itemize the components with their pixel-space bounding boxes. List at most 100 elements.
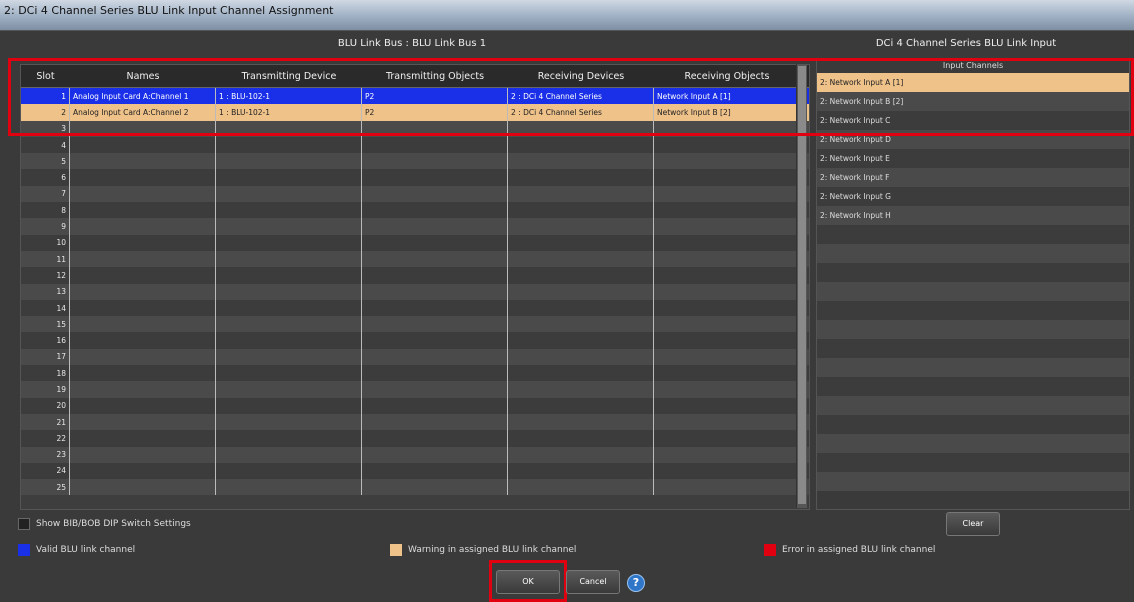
cell-slot[interactable]: 9 [21,218,70,235]
cell-receiving-devices[interactable] [508,446,654,463]
cell-name[interactable] [70,185,216,203]
cell-receiving-objects[interactable] [654,169,800,185]
help-icon[interactable]: ? [627,574,645,592]
cell-name[interactable] [70,299,216,317]
cell-transmitting-objects[interactable] [362,430,508,447]
table-row[interactable]: 4 [21,136,809,154]
cell-transmitting-objects[interactable] [362,153,508,170]
cell-receiving-objects[interactable] [654,365,800,381]
cell-slot[interactable]: 10 [21,234,70,251]
cell-transmitting-device[interactable] [216,234,362,251]
cell-receiving-objects[interactable] [654,218,800,234]
cell-name[interactable] [70,283,216,300]
table-row[interactable]: 17 [21,348,809,366]
cell-slot[interactable]: 8 [21,202,70,219]
table-row[interactable]: 18 [21,365,809,382]
cell-name[interactable] [70,446,216,463]
cell-receiving-devices[interactable] [508,202,654,219]
input-channel-item[interactable]: 2: Network Input E [817,149,1129,168]
cell-name[interactable] [70,202,216,219]
cell-receiving-objects[interactable] [654,414,800,430]
cell-transmitting-objects[interactable] [362,446,508,463]
cell-receiving-objects[interactable] [654,267,800,283]
table-row[interactable]: 21 [21,413,809,431]
cell-name[interactable] [70,250,216,268]
table-row[interactable]: 16 [21,332,809,349]
cell-receiving-devices[interactable] [508,381,654,398]
cell-transmitting-device[interactable] [216,413,362,431]
cell-slot[interactable]: 12 [21,267,70,284]
cell-slot[interactable]: 7 [21,185,70,203]
table-row[interactable]: 20 [21,397,809,414]
cell-transmitting-objects[interactable] [362,332,508,349]
cell-slot[interactable]: 16 [21,332,70,349]
cell-transmitting-device[interactable] [216,185,362,203]
cell-name[interactable] [70,381,216,398]
cell-transmitting-objects[interactable] [362,462,508,480]
table-row[interactable]: 10 [21,234,809,251]
table-row[interactable]: 23 [21,446,809,463]
cell-transmitting-device[interactable] [216,462,362,480]
cell-transmitting-device[interactable] [216,332,362,349]
cell-transmitting-objects[interactable] [362,283,508,300]
cell-name[interactable] [70,136,216,154]
cell-receiving-devices[interactable] [508,136,654,154]
cell-receiving-devices[interactable] [508,462,654,480]
cell-transmitting-device[interactable] [216,348,362,366]
cell-receiving-objects[interactable] [654,251,800,267]
cell-name[interactable] [70,332,216,349]
cell-transmitting-objects[interactable] [362,218,508,235]
table-row[interactable]: 5 [21,153,809,170]
cell-transmitting-device[interactable] [216,153,362,170]
cell-receiving-objects[interactable] [654,381,800,397]
cell-receiving-devices[interactable] [508,267,654,284]
cell-receiving-devices[interactable] [508,283,654,300]
cell-transmitting-device[interactable] [216,250,362,268]
cell-slot[interactable]: 19 [21,381,70,398]
cell-transmitting-objects[interactable] [362,316,508,333]
cell-slot[interactable]: 20 [21,397,70,414]
cell-transmitting-objects[interactable] [362,234,508,251]
cell-receiving-devices[interactable] [508,332,654,349]
cell-receiving-devices[interactable] [508,316,654,333]
table-row[interactable]: 22 [21,430,809,447]
clear-button[interactable]: Clear [946,512,1000,536]
cell-transmitting-device[interactable] [216,479,362,496]
table-row[interactable]: 8 [21,202,809,219]
table-row[interactable]: 13 [21,283,809,300]
cell-transmitting-device[interactable] [216,299,362,317]
cell-receiving-devices[interactable] [508,299,654,317]
show-dip-checkbox[interactable]: Show BIB/BOB DIP Switch Settings [18,518,191,530]
cell-receiving-devices[interactable] [508,397,654,414]
table-row[interactable]: 12 [21,267,809,284]
cell-transmitting-device[interactable] [216,430,362,447]
cell-slot[interactable]: 17 [21,348,70,366]
cell-transmitting-objects[interactable] [362,136,508,154]
cell-receiving-devices[interactable] [508,479,654,496]
cell-receiving-devices[interactable] [508,218,654,235]
cell-transmitting-objects[interactable] [362,397,508,414]
cell-name[interactable] [70,153,216,170]
cancel-button[interactable]: Cancel [566,570,620,594]
cell-name[interactable] [70,234,216,251]
cell-transmitting-device[interactable] [216,446,362,463]
cell-receiving-objects[interactable] [654,398,800,414]
cell-slot[interactable]: 23 [21,446,70,463]
cell-slot[interactable]: 11 [21,250,70,268]
cell-slot[interactable]: 14 [21,299,70,317]
table-row[interactable]: 11 [21,250,809,268]
cell-transmitting-objects[interactable] [362,381,508,398]
cell-transmitting-device[interactable] [216,202,362,219]
cell-receiving-objects[interactable] [654,430,800,446]
cell-transmitting-objects[interactable] [362,299,508,317]
cell-name[interactable] [70,430,216,447]
cell-slot[interactable]: 15 [21,316,70,333]
cell-transmitting-device[interactable] [216,381,362,398]
cell-receiving-objects[interactable] [654,153,800,169]
cell-transmitting-objects[interactable] [362,267,508,284]
cell-receiving-objects[interactable] [654,300,800,316]
cell-slot[interactable]: 5 [21,153,70,170]
cell-slot[interactable]: 18 [21,365,70,382]
cell-receiving-devices[interactable] [508,185,654,203]
cell-transmitting-device[interactable] [216,218,362,235]
